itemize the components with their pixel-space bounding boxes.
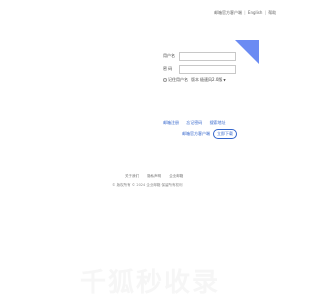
username-label: 用户名	[163, 53, 175, 58]
remember-checkbox[interactable]	[163, 78, 167, 82]
separator: |	[244, 10, 246, 15]
remember-row: 记住用户名 版本 极速风2.0版 ▼	[163, 77, 226, 83]
about-link[interactable]: 关于我们	[125, 174, 139, 178]
client-download-link[interactable]: 邮箱官方客户端	[182, 131, 210, 137]
enterprise-link[interactable]: 企业邮箱	[169, 174, 183, 178]
separator: |	[264, 10, 267, 15]
version-label: 版本	[191, 77, 199, 82]
client-download: 邮箱官方客户端 立即下载	[182, 129, 237, 139]
english-link[interactable]: English	[248, 10, 262, 15]
help-link[interactable]: 帮助	[268, 10, 276, 16]
version-value: 极速风2.0版	[200, 77, 223, 82]
username-input[interactable]	[179, 52, 236, 61]
copyright-text: © 版权所有 © 2024 企业邮箱 保留所有权利	[112, 183, 183, 187]
search-address-link[interactable]: 搜索地址	[210, 120, 226, 125]
forgot-password-link[interactable]: 忘记密码	[186, 120, 202, 125]
chevron-down-icon: ▼	[223, 78, 226, 82]
watermark: 千狐秒收录	[79, 268, 220, 298]
password-label: 密 码	[163, 66, 173, 71]
download-button[interactable]: 立即下载	[213, 129, 237, 139]
footer-links: 关于我们 隐私声明 企业邮箱	[125, 174, 190, 179]
privacy-link[interactable]: 隐私声明	[147, 174, 161, 178]
password-input[interactable]	[179, 65, 236, 74]
qr-switch-corner[interactable]	[235, 40, 259, 64]
account-links: 邮箱注册 忘记密码 搜索地址	[163, 120, 232, 126]
version-select[interactable]: 极速风2.0版 ▼	[200, 77, 226, 83]
client-link[interactable]: 邮箱官方客户端	[214, 10, 242, 16]
top-links: 邮箱官方客户端 | English | 帮助	[214, 10, 276, 16]
register-link[interactable]: 邮箱注册	[163, 120, 179, 125]
remember-label: 记住用户名	[168, 77, 188, 82]
